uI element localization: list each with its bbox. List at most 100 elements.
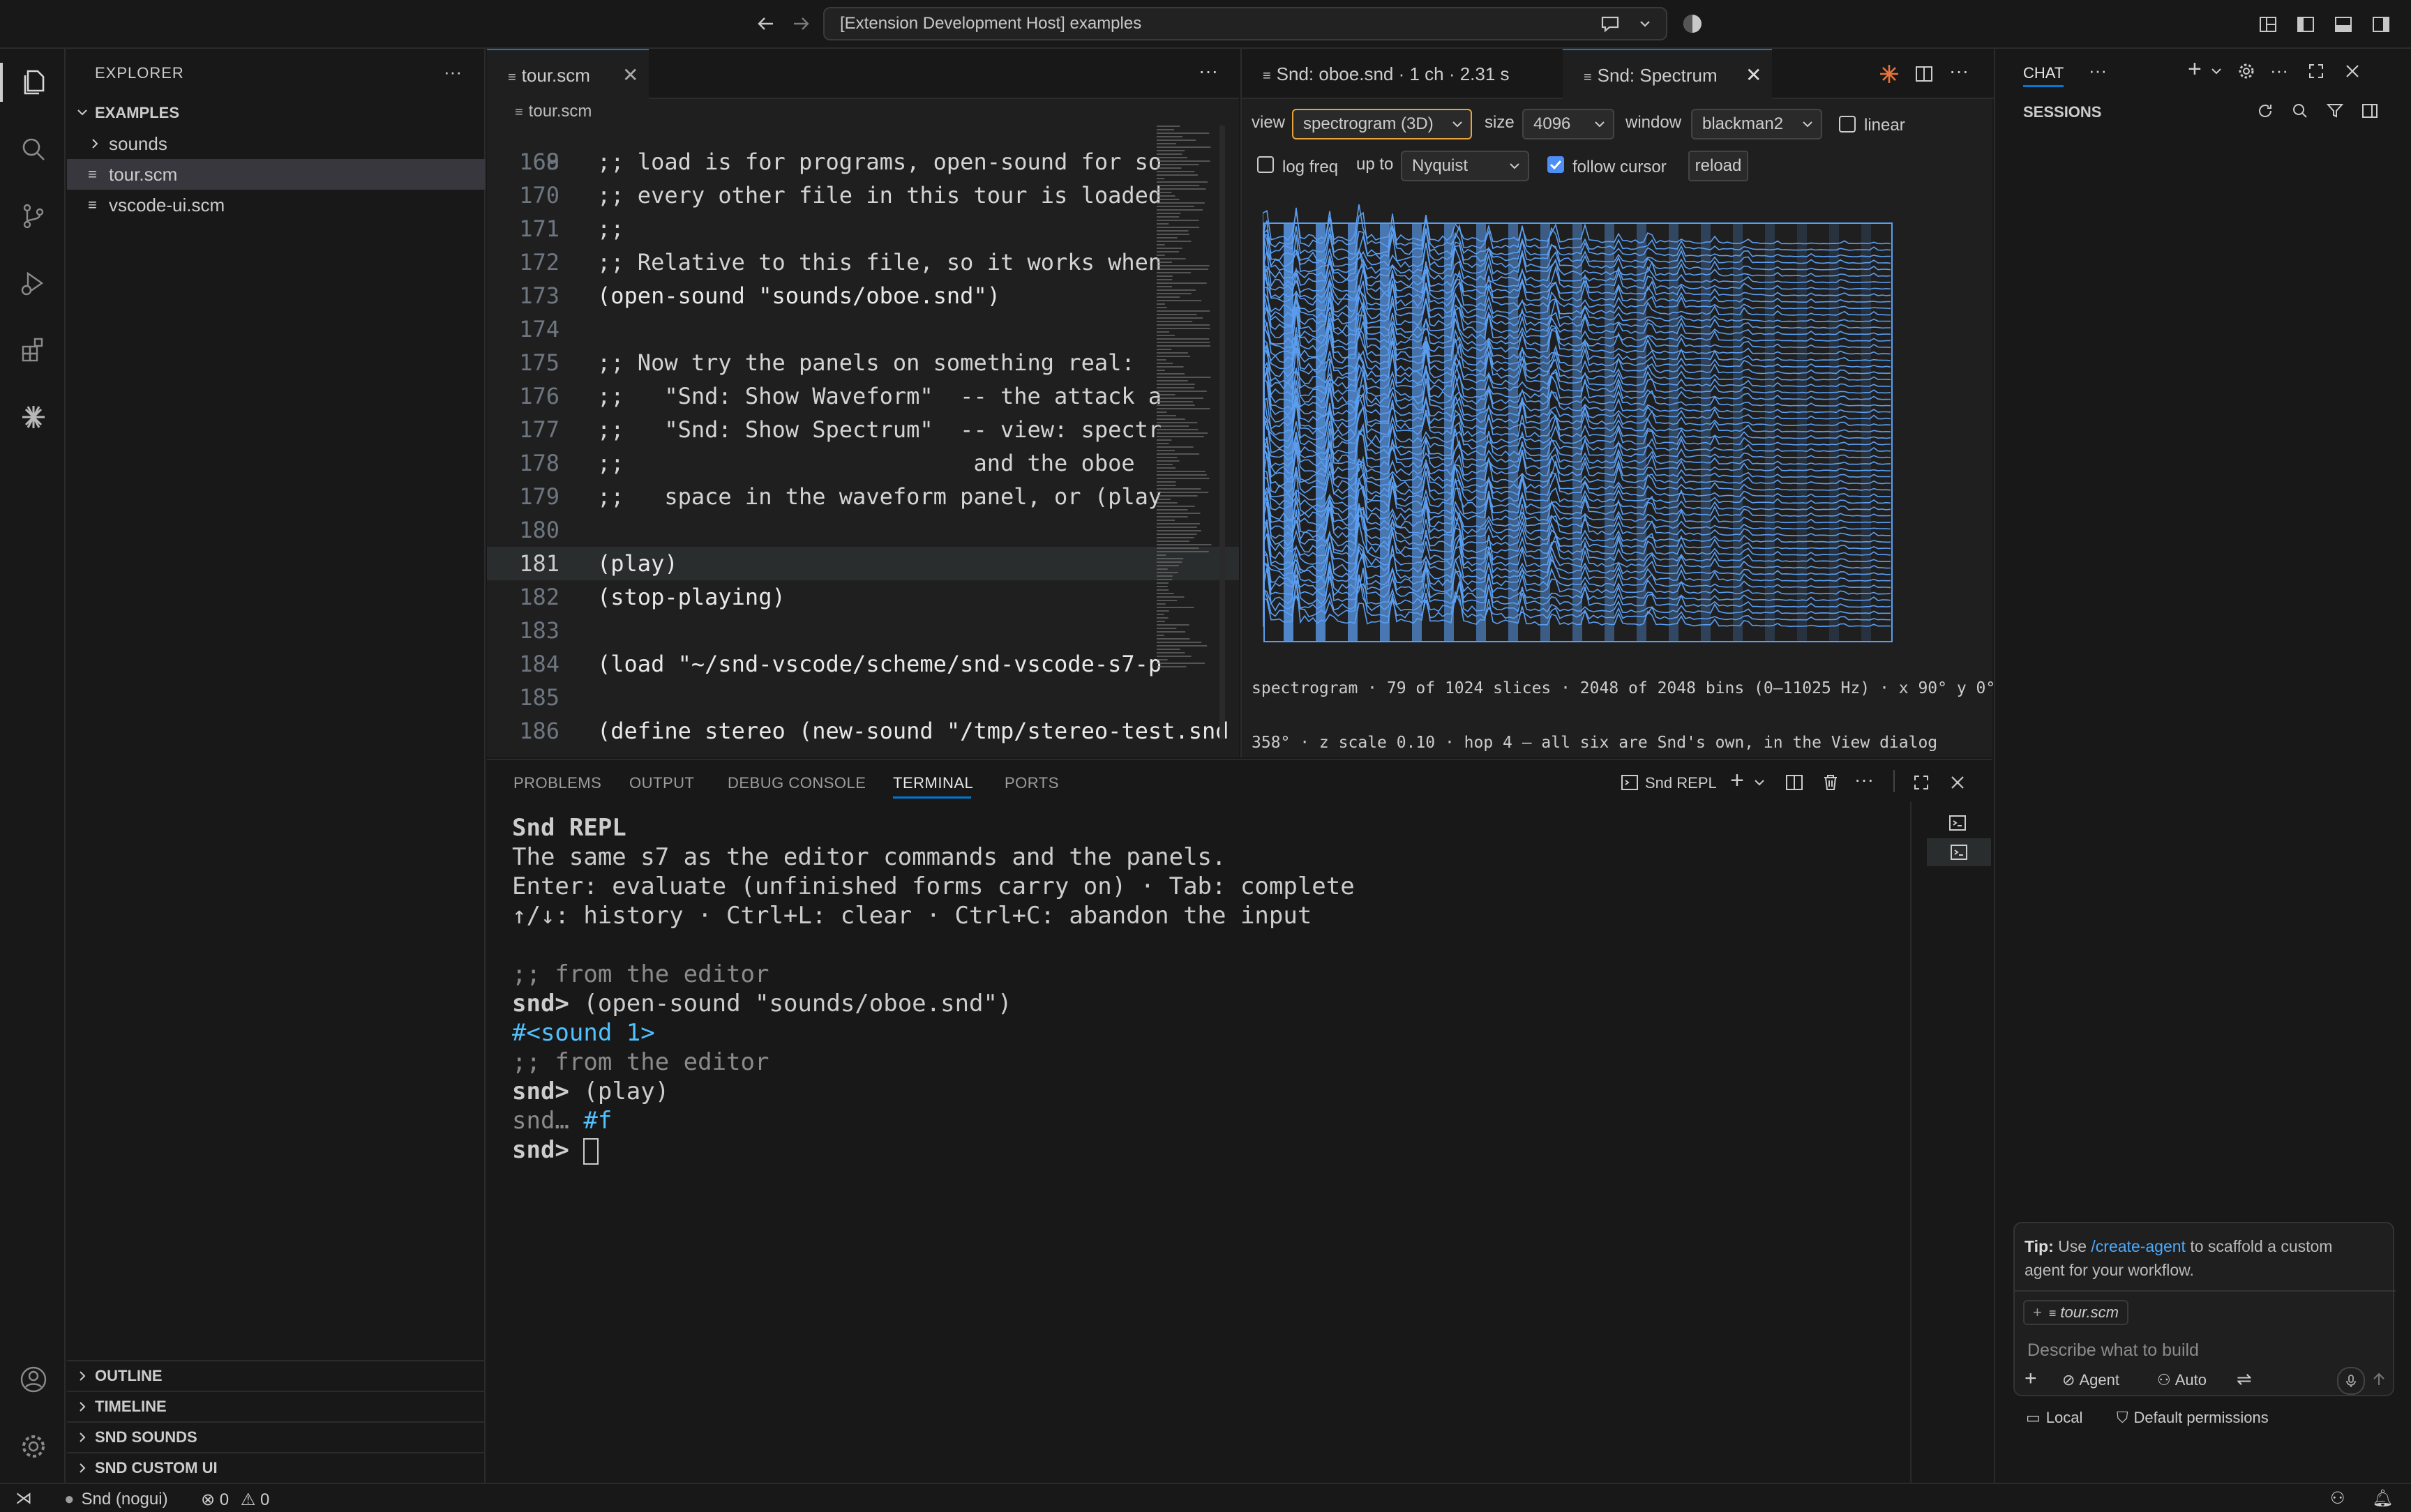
toggle-secondary-sidebar-icon[interactable]	[2368, 11, 2394, 38]
tree-item-vscode-ui-scm[interactable]: ≡ vscode-ui.scm	[67, 190, 486, 220]
search-icon[interactable]	[15, 130, 52, 169]
permissions-picker[interactable]: ⛉ Default permissions	[2117, 1409, 2269, 1427]
extensions-icon[interactable]	[15, 331, 52, 370]
more-actions-icon[interactable]: ···	[444, 61, 462, 83]
notifications-bell-icon[interactable]: 🔔︎	[2372, 1488, 2393, 1509]
back-arrow-icon[interactable]	[753, 11, 779, 36]
model-picker[interactable]: ⚇ Auto	[2157, 1371, 2207, 1389]
minimap[interactable]	[1155, 126, 1219, 739]
tab-ports[interactable]: PORTS	[1005, 774, 1059, 792]
view-select[interactable]: spectrogram (3D)	[1292, 109, 1472, 139]
copilot-status-icon[interactable]: ⚇	[2330, 1488, 2345, 1509]
settings-gear-icon[interactable]	[15, 1427, 52, 1466]
more-actions-icon[interactable]: ···	[1199, 60, 1218, 82]
window-select[interactable]: blackman2	[1691, 109, 1822, 139]
new-chat-icon[interactable]: +	[2188, 56, 2202, 83]
follow-cursor-checkbox[interactable]	[1547, 156, 1564, 173]
explorer-icon[interactable]	[15, 63, 52, 102]
repl-command: (open-sound "sounds/oboe.snd")	[583, 990, 1012, 1018]
tab-problems[interactable]: PROBLEMS	[513, 774, 601, 792]
close-panel-icon[interactable]	[1946, 771, 1969, 794]
chevron-down-icon[interactable]	[1751, 773, 1768, 792]
more-actions-icon[interactable]: ···	[2270, 60, 2288, 82]
more-actions-icon[interactable]: ···	[2089, 60, 2107, 82]
split-editor-icon[interactable]	[1911, 61, 1937, 86]
close-icon[interactable]: ✕	[1745, 50, 1762, 100]
chevron-down-icon[interactable]	[1632, 11, 1658, 36]
settings-gear-icon[interactable]	[2235, 60, 2258, 82]
folder-root-examples[interactable]: EXAMPLES	[67, 98, 486, 128]
split-terminal-icon[interactable]	[1783, 771, 1805, 794]
tab-oboe-snd[interactable]: ≡ Snd: oboe.snd · 1 ch · 2.31 s	[1242, 49, 1563, 99]
source-control-icon[interactable]	[15, 197, 52, 236]
more-actions-icon[interactable]: ···	[1949, 60, 1969, 82]
remote-icon[interactable]: ⋊	[15, 1488, 32, 1509]
customize-layout-icon[interactable]	[2255, 11, 2281, 38]
spectrogram-band	[1540, 223, 1550, 642]
problems-status[interactable]: ⊗ 0 ⚠ 0	[201, 1490, 269, 1510]
forward-arrow-icon[interactable]	[788, 11, 813, 36]
tab-tour-scm[interactable]: ≡ tour.scm ✕	[487, 49, 649, 99]
vertical-scrollbar[interactable]	[1219, 126, 1225, 739]
snd-starburst-icon[interactable]	[1877, 61, 1902, 86]
filter-icon[interactable]	[2324, 100, 2345, 121]
toggle-sidebar-icon[interactable]	[2359, 100, 2380, 121]
tab-terminal[interactable]: TERMINAL	[893, 774, 973, 792]
local-picker[interactable]: ▭ Local	[2026, 1409, 2082, 1427]
microphone-icon[interactable]	[2337, 1367, 2365, 1395]
send-arrow-icon[interactable]	[2368, 1367, 2390, 1392]
minimap-line	[1157, 188, 1206, 190]
chat-bubble-icon[interactable]	[1598, 11, 1623, 36]
section-outline[interactable]: OUTLINE	[67, 1360, 486, 1389]
minimap-line	[1157, 558, 1184, 559]
create-agent-link[interactable]: /create-agent	[2091, 1237, 2186, 1255]
account-icon[interactable]	[15, 1360, 52, 1399]
section-snd-sounds[interactable]: SND SOUNDS	[67, 1421, 486, 1451]
code-line: 175 ;; Now try the panels on something re…	[487, 346, 1239, 379]
line-number: 180	[519, 517, 559, 543]
reload-button[interactable]: reload	[1688, 151, 1748, 181]
minimap-line	[1157, 464, 1173, 465]
code-area[interactable]: 168 169 ;; load is for programs, open-sou…	[487, 121, 1239, 757]
more-actions-icon[interactable]: ···	[1854, 769, 1874, 791]
terminal-instance-1[interactable]	[1927, 809, 1988, 837]
toggle-panel-icon[interactable]	[2330, 11, 2357, 38]
spectrogram-plot[interactable]	[1263, 195, 1905, 670]
close-icon[interactable]	[2341, 60, 2364, 82]
tree-item-sounds[interactable]: sounds	[67, 128, 486, 159]
agent-mode-picker[interactable]: ⊘ Agent	[2062, 1371, 2119, 1389]
context-chip[interactable]: + ≡ tour.scm	[2023, 1300, 2128, 1325]
chat-title[interactable]: CHAT	[2023, 64, 2064, 82]
chevron-down-icon[interactable]	[2209, 61, 2224, 81]
add-icon[interactable]: +	[2025, 1367, 2037, 1391]
section-snd-custom-ui[interactable]: SND CUSTOM UI	[67, 1452, 486, 1481]
toggle-primary-sidebar-icon[interactable]	[2292, 11, 2319, 38]
maximize-panel-icon[interactable]	[1910, 771, 1932, 794]
tab-debug-console[interactable]: DEBUG CONSOLE	[728, 774, 866, 792]
search-icon[interactable]	[2290, 100, 2311, 121]
up-to-select[interactable]: Nyquist	[1401, 151, 1529, 181]
section-timeline[interactable]: TIMELINE	[67, 1391, 486, 1420]
snd-extension-icon[interactable]	[15, 398, 52, 437]
command-center-search[interactable]: [Extension Development Host] examples	[823, 7, 1667, 40]
tab-snd-spectrum[interactable]: ≡ Snd: Spectrum ✕	[1563, 49, 1772, 99]
linear-checkbox[interactable]	[1839, 116, 1856, 133]
terminal-output[interactable]: Snd REPL The same s7 as the editor comma…	[487, 808, 1910, 1477]
tools-icon[interactable]: ⇌	[2237, 1368, 2252, 1390]
tab-output[interactable]: OUTPUT	[629, 774, 694, 792]
terminal-name[interactable]: Snd REPL	[1645, 774, 1717, 792]
log-freq-checkbox[interactable]	[1257, 156, 1274, 173]
chat-input[interactable]: Describe what to build	[2027, 1340, 2199, 1361]
run-debug-icon[interactable]	[15, 264, 52, 303]
terminal-instance-2[interactable]	[1927, 838, 1991, 866]
snd-status[interactable]: ● Snd (nogui)	[64, 1490, 168, 1509]
new-terminal-icon[interactable]: +	[1730, 767, 1744, 794]
size-select[interactable]: 4096	[1522, 109, 1614, 139]
tree-item-tour-scm[interactable]: ≡ tour.scm	[67, 159, 486, 190]
copilot-icon[interactable]	[1678, 10, 1706, 38]
refresh-icon[interactable]	[2255, 100, 2276, 121]
trash-icon[interactable]	[1819, 771, 1842, 794]
repl-continuation-prompt: snd…	[512, 1107, 569, 1135]
maximize-icon[interactable]	[2305, 60, 2327, 82]
close-icon[interactable]: ✕	[622, 50, 638, 100]
